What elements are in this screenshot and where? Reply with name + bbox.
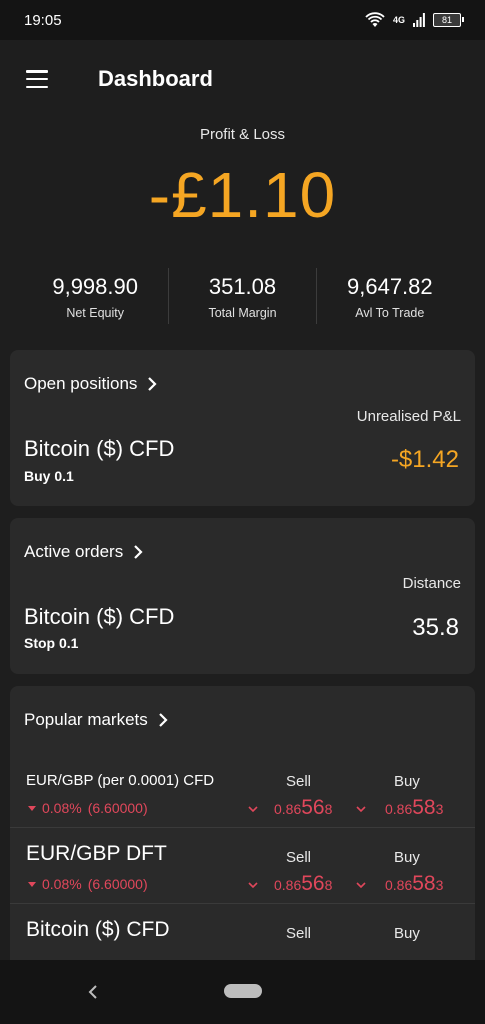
buy-label: Buy [394,925,420,942]
market-name: Bitcoin ($) CFD [26,918,170,941]
open-positions-title: Open positions [24,374,138,393]
open-positions-card[interactable]: Open positions Unrealised P&L Bitcoin ($… [10,350,475,506]
buy-price-button[interactable]: 0.86 58 3 [385,872,443,896]
stat-total-margin: 351.08 Total Margin [169,268,317,324]
active-orders-header[interactable]: Active orders [24,542,143,562]
chevron-down-icon [248,882,258,889]
pnl-value: -£1.10 [148,159,337,231]
change-percent: 0.08% [42,876,82,892]
price-pips: 58 [412,872,436,895]
status-icons: 4G 81 [365,12,464,28]
price-suffix: 3 [435,801,444,817]
system-nav-bar [0,960,485,1024]
home-pill[interactable] [224,984,262,998]
order-detail: Stop 0.1 [24,635,79,651]
buy-label: Buy [394,849,420,866]
sell-label: Sell [286,849,312,866]
status-time: 19:05 [24,11,62,29]
market-row[interactable]: Bitcoin ($) CFD Sell Buy [10,904,475,960]
chevron-down-icon [356,882,366,889]
popular-markets-title: Popular markets [24,710,148,729]
position-detail: Buy 0.1 [24,468,74,484]
chevron-right-icon [148,377,157,391]
price-prefix: 0.86 [385,801,413,817]
price-suffix: 8 [324,877,333,893]
distance-label: Distance [402,575,461,592]
price-prefix: 0.86 [274,801,302,817]
unrealised-pnl-label: Unrealised P&L [356,408,461,425]
chevron-down-icon [248,806,258,813]
chevron-right-icon [134,545,143,559]
price-suffix: 8 [324,801,333,817]
sell-price-button[interactable]: 0.86 56 8 [274,796,332,820]
market-name: EUR/GBP DFT [26,842,167,865]
market-change: 0.08% (6.60000) [28,800,148,816]
network-type: 4G [392,15,405,25]
stat-value: 351.08 [208,274,277,299]
change-absolute: (6.60000) [87,800,148,816]
active-orders-title: Active orders [24,542,124,561]
status-bar: 19:05 4G 81 [0,0,485,40]
price-suffix: 3 [435,877,444,893]
back-icon[interactable] [88,984,98,1000]
battery-level: 81 [441,15,452,25]
account-stats: 9,998.90 Net Equity 351.08 Total Margin … [22,268,463,324]
pnl-label: Profit & Loss [199,126,286,143]
stat-label: Avl To Trade [355,306,425,320]
price-pips: 56 [301,796,325,819]
hamburger-icon[interactable] [26,70,48,88]
buy-label: Buy [394,773,420,790]
price-prefix: 0.86 [274,877,302,893]
app-bar: Dashboard [0,40,485,118]
market-row[interactable]: EUR/GBP DFT 0.08% (6.60000) Sell Buy 0.8… [10,828,475,904]
change-percent: 0.08% [42,800,82,816]
active-orders-card[interactable]: Active orders Distance Bitcoin ($) CFD S… [10,518,475,674]
market-row[interactable]: EUR/GBP (per 0.0001) CFD 0.08% (6.60000)… [10,758,475,828]
market-change: 0.08% (6.60000) [28,876,148,892]
down-arrow-icon [28,881,36,887]
chevron-down-icon [356,806,366,813]
stat-value: 9,647.82 [347,274,433,299]
price-prefix: 0.86 [385,877,413,893]
sell-label: Sell [286,773,312,790]
popular-markets-header[interactable]: Popular markets [24,710,168,730]
change-absolute: (6.60000) [87,876,148,892]
battery-icon: 81 [433,13,464,27]
stat-value: 9,998.90 [52,274,138,299]
position-instrument: Bitcoin ($) CFD [24,436,175,461]
stat-net-equity: 9,998.90 Net Equity [22,268,170,324]
order-instrument: Bitcoin ($) CFD [24,604,175,629]
chevron-right-icon [159,713,168,727]
stat-avl-to-trade: 9,647.82 Avl To Trade [317,268,463,324]
stat-label: Total Margin [208,306,277,320]
sell-price-button[interactable]: 0.86 56 8 [274,872,332,896]
down-arrow-icon [28,805,36,811]
stat-label: Net Equity [66,306,124,320]
open-positions-header[interactable]: Open positions [24,374,157,394]
sell-label: Sell [286,925,312,942]
price-pips: 58 [412,796,436,819]
page-title: Dashboard [98,66,213,91]
buy-price-button[interactable]: 0.86 58 3 [385,796,443,820]
signal-icon [413,13,425,27]
unrealised-pnl-value: -$1.42 [390,446,459,473]
popular-markets-card: Popular markets EUR/GBP (per 0.0001) CFD… [10,686,475,960]
market-name: EUR/GBP (per 0.0001) CFD [26,772,215,789]
distance-value: 35.8 [412,614,459,641]
price-pips: 56 [301,872,325,895]
wifi-icon [365,12,385,27]
